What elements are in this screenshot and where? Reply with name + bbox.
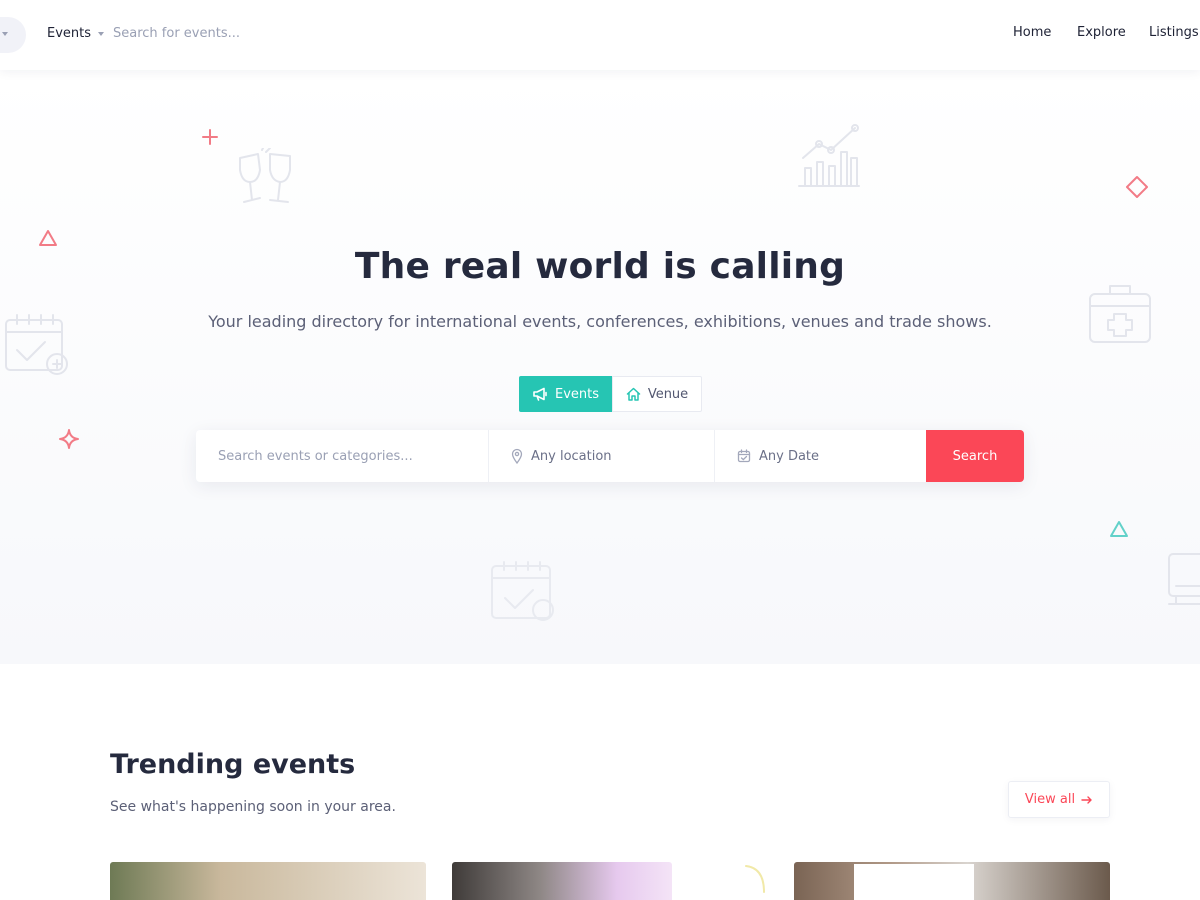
- location-select[interactable]: Any location: [489, 430, 715, 482]
- tab-venue-label: Venue: [647, 386, 689, 402]
- arrow-right-icon: [1081, 795, 1092, 804]
- tab-events-label: Events: [554, 386, 599, 402]
- bar-chart-growth-icon: [798, 124, 860, 187]
- event-card-image[interactable]: [110, 862, 426, 900]
- hero-title: The real world is calling: [354, 246, 846, 287]
- hero-search-bar: Search events or categories... Any locat…: [196, 430, 1024, 482]
- keyword-search-input[interactable]: Search events or categories...: [196, 430, 489, 482]
- view-all-label: View all: [1024, 792, 1076, 807]
- champagne-glasses-icon: [239, 148, 291, 203]
- search-button[interactable]: Search: [926, 430, 1024, 482]
- diamond-decoration-icon: [1126, 176, 1148, 198]
- tab-events[interactable]: Events: [519, 376, 612, 412]
- home-icon: [626, 387, 641, 401]
- nav-explore[interactable]: Explore: [1077, 25, 1126, 40]
- header-search-input[interactable]: Search for events...: [113, 26, 240, 41]
- map-pin-icon: [511, 448, 523, 464]
- tab-venue[interactable]: Venue: [612, 376, 702, 412]
- event-card-image[interactable]: [452, 862, 672, 900]
- event-card-image[interactable]: [794, 862, 1110, 900]
- calendar-icon: [737, 449, 751, 463]
- nav-listings[interactable]: Listings: [1149, 25, 1199, 40]
- chevron-down-icon[interactable]: [2, 32, 8, 36]
- decorative-curve: [745, 865, 765, 893]
- sparkle-decoration-icon: [59, 429, 79, 449]
- section-title: Trending events: [110, 749, 356, 780]
- top-header: Events Search for events... Home Explore…: [0, 0, 1200, 70]
- triangle-decoration-icon: [39, 230, 57, 246]
- calendar-check-icon: [491, 561, 554, 621]
- hero-section: The real world is calling Your leading d…: [0, 70, 1200, 664]
- plus-decoration-icon: [202, 129, 218, 145]
- megaphone-icon: [533, 387, 547, 401]
- triangle-decoration-teal-icon: [1110, 521, 1128, 537]
- view-all-button[interactable]: View all: [1008, 781, 1110, 818]
- date-label: Any Date: [759, 448, 820, 464]
- section-subtitle: See what's happening soon in your area.: [110, 799, 396, 815]
- nav-home[interactable]: Home: [1013, 25, 1051, 40]
- presentation-screen: [854, 864, 974, 900]
- category-select[interactable]: Events: [47, 26, 105, 41]
- chevron-down-icon: [98, 31, 105, 36]
- laptop-icon: [1168, 553, 1200, 605]
- category-select-label: Events: [47, 26, 92, 41]
- location-label: Any location: [531, 448, 612, 464]
- date-picker[interactable]: Any Date: [715, 430, 926, 482]
- hero-subtitle: Your leading directory for international…: [208, 312, 992, 331]
